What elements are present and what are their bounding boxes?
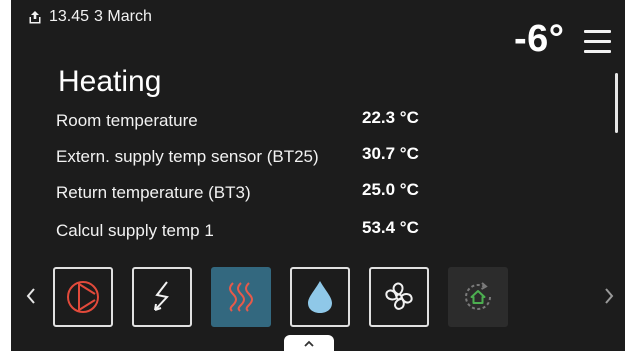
heating-icon xyxy=(229,282,253,312)
ventilation-tile[interactable] xyxy=(369,267,429,327)
info-row-room-temperature: Room temperature 22.3 °C xyxy=(56,108,456,135)
chevron-left-icon[interactable] xyxy=(25,285,37,311)
hamburger-menu-icon[interactable] xyxy=(584,30,611,54)
electric-heater-icon xyxy=(154,281,169,311)
row-label: Room temperature xyxy=(56,111,198,130)
electric-heater-tile[interactable] xyxy=(132,267,192,327)
row-label: Return temperature (BT3) xyxy=(56,183,251,202)
compressor-icon xyxy=(67,281,99,313)
upload-icon xyxy=(29,10,41,24)
hot-water-icon xyxy=(308,281,332,313)
compressor-tile[interactable] xyxy=(53,267,113,327)
status-bar: 13.45 3 March xyxy=(29,8,152,26)
row-value: 30.7 °C xyxy=(362,144,419,163)
page-title: Heating xyxy=(58,65,162,98)
scrollbar[interactable] xyxy=(615,73,618,133)
row-value: 25.0 °C xyxy=(362,180,419,199)
smart-home-icon xyxy=(465,282,491,310)
chevron-up-icon xyxy=(304,340,314,347)
info-row-extern-supply-temp: Extern. supply temp sensor (BT25) 30.7 °… xyxy=(56,144,456,171)
heating-tile[interactable] xyxy=(211,267,271,327)
hot-water-tile[interactable] xyxy=(290,267,350,327)
row-label: Calcul supply temp 1 xyxy=(56,221,214,240)
status-time: 13.45 xyxy=(49,8,90,25)
row-value: 22.3 °C xyxy=(362,108,419,127)
row-label: Extern. supply temp sensor (BT25) xyxy=(56,147,319,166)
row-value: 53.4 °C xyxy=(362,218,419,237)
info-row-calcul-supply-temp: Calcul supply temp 1 53.4 °C xyxy=(56,218,456,245)
bottom-drawer-handle[interactable] xyxy=(284,335,334,357)
chevron-right-icon[interactable] xyxy=(603,285,615,311)
outdoor-temperature: -6° xyxy=(514,18,565,60)
info-row-return-temperature: Return temperature (BT3) 25.0 °C xyxy=(56,180,456,207)
display-screen: 13.45 3 March -6° Heating Room temperatu… xyxy=(11,0,625,351)
ventilation-fan-icon xyxy=(385,282,413,310)
status-date: 3 March xyxy=(94,8,152,25)
smart-home-tile[interactable] xyxy=(448,267,508,327)
